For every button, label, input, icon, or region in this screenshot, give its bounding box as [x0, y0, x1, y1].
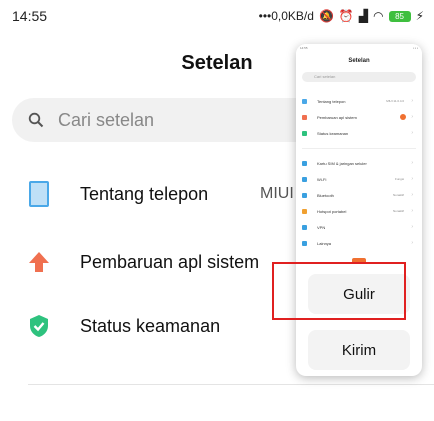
preview-row: VPN › [302, 220, 416, 234]
preview-row: Tentang telepon MIUI 11.0.4.0 › [302, 94, 416, 108]
charging-icon: ⚡ [415, 9, 424, 23]
preview-row: Status keamanan › [302, 126, 416, 140]
setting-value: MIUI [260, 185, 294, 202]
screenshot-popup: 14:55 ▪ ▪ ▪ Setelan Cari setelan Tentang … [296, 44, 422, 376]
shield-check-icon [24, 311, 54, 341]
preview-row: Wi-Fi Fungsi › [302, 172, 416, 186]
network-speed: •••0,0KB/d [258, 9, 314, 23]
send-button[interactable]: Kirim [308, 330, 410, 370]
screenshot-preview[interactable]: 14:55 ▪ ▪ ▪ Setelan Cari setelan Tentang … [296, 44, 422, 276]
preview-row: Hotspot portabel Nonaktif › [302, 204, 416, 218]
search-placeholder: Cari setelan [58, 109, 155, 130]
setting-label: Pembaruan apl sistem [80, 251, 260, 272]
highlight-box [272, 262, 406, 320]
update-arrow-icon [24, 247, 54, 277]
search-icon [28, 112, 44, 128]
divider [28, 384, 434, 385]
alarm-icon: ⏰ [338, 9, 354, 23]
setting-label: Tentang telepon [80, 183, 209, 204]
wifi-icon: ◠ [373, 9, 384, 23]
preview-row: Lainnya › [302, 236, 416, 250]
status-time: 14:55 [12, 8, 48, 24]
status-bar: 14:55 •••0,0KB/d 🔕 ⏰ ▟ ◠ 85 ⚡ [0, 0, 434, 32]
setting-label: Status keamanan [80, 315, 221, 336]
signal-icon: ▟ [358, 9, 369, 23]
status-icons: •••0,0KB/d 🔕 ⏰ ▟ ◠ 85 ⚡ [259, 9, 424, 23]
preview-title: Setelan [348, 58, 370, 64]
preview-search: Cari setelan [302, 72, 416, 82]
silent-icon: 🔕 [318, 9, 334, 23]
battery-icon: 85 [388, 10, 411, 22]
preview-row: Pembaruan apl sistem › [302, 110, 416, 124]
phone-icon [24, 179, 54, 209]
preview-status-bar: 14:55 ▪ ▪ ▪ [300, 46, 418, 50]
preview-row: Kartu SIM & jaringan seluler › [302, 156, 416, 170]
preview-row: Bluetooth Nonaktif › [302, 188, 416, 202]
